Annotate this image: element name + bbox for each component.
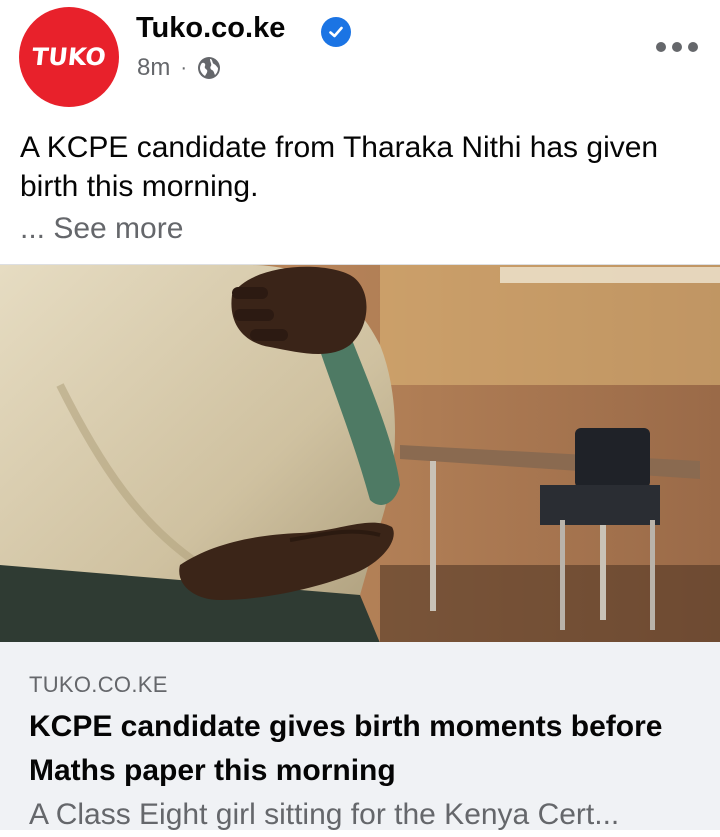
page-avatar[interactable]: TUKO [19,7,119,107]
meta-separator: · [180,56,188,79]
menu-dot [672,42,682,52]
menu-dot [656,42,666,52]
menu-dot [688,42,698,52]
post-timestamp[interactable]: 8m [137,54,170,82]
link-description: A Class Eight girl sitting for the Kenya… [29,798,620,831]
verified-badge-icon [321,17,351,47]
more-options-icon[interactable] [656,37,698,57]
avatar-logo-text: TUKO [30,43,108,71]
see-more-link[interactable]: ... See more [20,209,183,249]
link-domain: TUKO.CO.KE [29,672,168,697]
photo-illustration [0,265,720,643]
link-title[interactable]: KCPE candidate gives birth moments befor… [29,705,709,793]
link-preview-image[interactable] [0,264,720,643]
post-meta: 8m · [137,53,221,83]
post-header: TUKO Tuko.co.ke 8m · [0,0,720,118]
page-name-link[interactable]: Tuko.co.ke [136,12,285,45]
globe-icon[interactable] [197,56,221,80]
post-text: A KCPE candidate from Tharaka Nithi has … [20,131,659,203]
